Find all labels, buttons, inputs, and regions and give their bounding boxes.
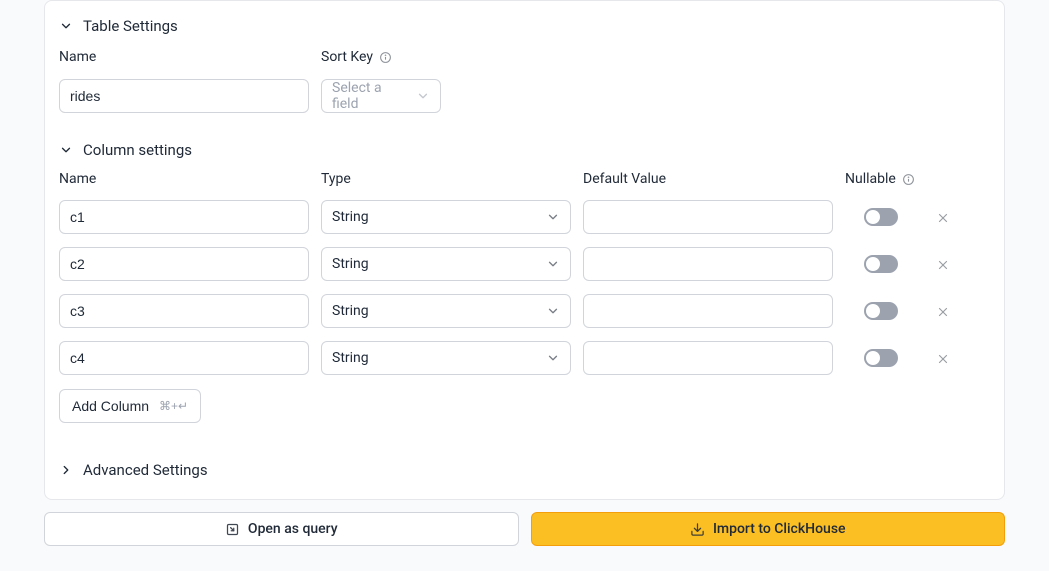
col-header-nullable-text: Nullable — [845, 171, 896, 187]
table-settings-body: Name Sort Key Select a field — [45, 49, 1004, 113]
sortkey-field-group: Sort Key Select a field — [321, 49, 441, 113]
column-name-input[interactable] — [59, 200, 309, 234]
sortkey-label: Sort Key — [321, 49, 441, 65]
column-default-input[interactable] — [583, 247, 833, 281]
delete-column-button[interactable] — [936, 351, 950, 365]
open-as-query-button[interactable]: Open as query — [44, 512, 519, 546]
add-column-shortcut: ⌘+↵ — [159, 399, 188, 413]
open-as-query-label: Open as query — [248, 521, 338, 537]
sortkey-select[interactable]: Select a field — [321, 79, 441, 113]
nullable-toggle[interactable] — [864, 302, 898, 320]
chevron-down-icon — [59, 19, 73, 33]
info-icon — [379, 51, 392, 64]
nullable-toggle[interactable] — [864, 255, 898, 273]
download-icon — [690, 522, 705, 537]
nullable-toggle[interactable] — [864, 349, 898, 367]
delete-column-button[interactable] — [936, 210, 950, 224]
delete-column-button[interactable] — [936, 304, 950, 318]
col-header-name: Name — [59, 171, 309, 187]
column-type-select[interactable]: String — [321, 200, 571, 234]
column-name-input[interactable] — [59, 294, 309, 328]
add-column-button[interactable]: Add Column ⌘+↵ — [59, 389, 201, 423]
column-type-select[interactable]: String — [321, 247, 571, 281]
table-settings-header[interactable]: Table Settings — [45, 1, 1004, 49]
col-header-default: Default Value — [583, 171, 833, 187]
column-name-input[interactable] — [59, 247, 309, 281]
delete-column-button[interactable] — [936, 257, 950, 271]
chevron-down-icon — [546, 257, 560, 271]
name-label-text: Name — [59, 49, 96, 65]
col-header-type: Type — [321, 171, 571, 187]
chevron-down-icon — [416, 89, 430, 103]
column-type-value: String — [332, 209, 369, 225]
name-field-group: Name — [59, 49, 309, 113]
advanced-settings-title: Advanced Settings — [83, 461, 208, 479]
table-settings-title: Table Settings — [83, 17, 178, 35]
column-settings-title: Column settings — [83, 141, 192, 159]
import-label: Import to ClickHouse — [713, 521, 846, 537]
col-header-nullable: Nullable — [845, 171, 917, 187]
column-type-value: String — [332, 303, 369, 319]
chevron-down-icon — [546, 304, 560, 318]
chevron-right-icon — [59, 463, 73, 477]
info-icon — [902, 173, 915, 186]
column-default-input[interactable] — [583, 294, 833, 328]
footer: Open as query Import to ClickHouse — [0, 512, 1049, 560]
column-name-input[interactable] — [59, 341, 309, 375]
chevron-down-icon — [546, 210, 560, 224]
sortkey-label-text: Sort Key — [321, 49, 373, 65]
column-type-select[interactable]: String — [321, 341, 571, 375]
chevron-down-icon — [546, 351, 560, 365]
column-type-select[interactable]: String — [321, 294, 571, 328]
name-label: Name — [59, 49, 309, 65]
column-settings-header[interactable]: Column settings — [45, 113, 1004, 171]
column-default-input[interactable] — [583, 341, 833, 375]
column-type-value: String — [332, 350, 369, 366]
import-button[interactable]: Import to ClickHouse — [531, 512, 1006, 546]
add-column-label: Add Column — [72, 398, 149, 414]
sortkey-placeholder: Select a field — [332, 80, 408, 112]
advanced-settings-header[interactable]: Advanced Settings — [45, 447, 1004, 479]
column-default-input[interactable] — [583, 200, 833, 234]
nullable-toggle[interactable] — [864, 208, 898, 226]
column-type-value: String — [332, 256, 369, 272]
columns-grid: Name Type Default Value Nullable String … — [45, 171, 1004, 375]
settings-panel: Table Settings Name Sort Key Select a fi… — [44, 0, 1005, 500]
table-name-input[interactable] — [59, 79, 309, 113]
chevron-down-icon — [59, 143, 73, 157]
external-icon — [225, 522, 240, 537]
